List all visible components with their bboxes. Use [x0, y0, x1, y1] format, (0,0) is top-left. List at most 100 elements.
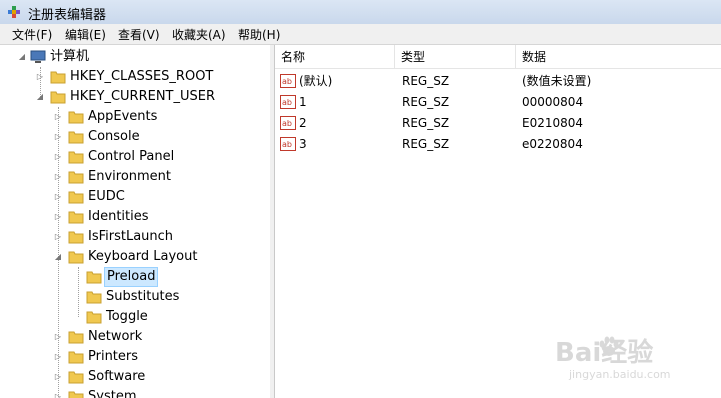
expand-arrow-icon[interactable]: ▷ — [54, 193, 62, 201]
value-row[interactable]: ab 3 REG_SZ e0220804 — [275, 134, 721, 154]
tree-node-printers[interactable]: ▷ Printers — [0, 347, 270, 367]
value-type: REG_SZ — [402, 74, 450, 88]
folder-icon — [68, 331, 84, 344]
menu-edit[interactable]: 编辑(E) — [65, 26, 106, 43]
tree-label: Substitutes — [106, 289, 180, 304]
collapse-arrow-icon[interactable]: ◢ — [36, 93, 44, 101]
tree-label: HKEY_CLASSES_ROOT — [70, 69, 214, 84]
computer-icon — [30, 50, 46, 63]
value-name: 2 — [299, 116, 307, 130]
value-data: e0220804 — [522, 137, 583, 151]
expand-arrow-icon[interactable]: ▷ — [54, 113, 62, 121]
value-type: REG_SZ — [402, 116, 450, 130]
tree-node-environment[interactable]: ▷ Environment — [0, 167, 270, 187]
tree-node-identities[interactable]: ▷ Identities — [0, 207, 270, 227]
baidu-watermark: Bai经验 jingyan.baidu.com — [555, 330, 715, 390]
string-value-icon: ab — [280, 95, 296, 109]
value-data: E0210804 — [522, 116, 584, 130]
tree-node-isfirstlaunch[interactable]: ▷ IsFirstLaunch — [0, 227, 270, 247]
value-row[interactable]: ab 2 REG_SZ E0210804 — [275, 113, 721, 133]
folder-icon — [86, 291, 102, 304]
string-value-icon: ab — [280, 74, 296, 88]
folder-icon — [68, 191, 84, 204]
folder-icon — [68, 151, 84, 164]
column-header-data[interactable]: 数据 — [516, 45, 721, 69]
expand-arrow-icon[interactable]: ▷ — [54, 373, 62, 381]
tree-node-console[interactable]: ▷ Console — [0, 127, 270, 147]
string-value-icon: ab — [280, 137, 296, 151]
tree-node-control-panel[interactable]: ▷ Control Panel — [0, 147, 270, 167]
folder-icon — [86, 311, 102, 324]
tree-label: IsFirstLaunch — [88, 229, 174, 244]
tree-label: System — [88, 389, 137, 398]
watermark-url: jingyan.baidu.com — [569, 368, 671, 381]
folder-open-icon — [68, 251, 84, 264]
menu-file[interactable]: 文件(F) — [12, 26, 52, 43]
tree-label: Software — [88, 369, 146, 384]
svg-text:ab: ab — [282, 98, 292, 107]
column-header-name[interactable]: 名称 — [275, 45, 395, 69]
tree-label: Preload — [104, 267, 159, 287]
svg-text:ab: ab — [282, 77, 292, 86]
tree-label: Control Panel — [88, 149, 175, 164]
folder-icon — [68, 371, 84, 384]
tree-label: EUDC — [88, 189, 125, 204]
folder-open-icon — [50, 91, 66, 104]
expand-arrow-icon[interactable]: ▷ — [36, 73, 44, 81]
value-name: 3 — [299, 137, 307, 151]
expand-arrow-icon[interactable]: ▷ — [54, 233, 62, 241]
value-row[interactable]: ab 1 REG_SZ 00000804 — [275, 92, 721, 112]
folder-icon — [68, 111, 84, 124]
expand-arrow-icon[interactable]: ▷ — [54, 353, 62, 361]
collapse-arrow-icon[interactable]: ◢ — [18, 53, 26, 61]
tree-label: Network — [88, 329, 143, 344]
folder-icon — [68, 351, 84, 364]
tree-label: Identities — [88, 209, 149, 224]
tree-node-software[interactable]: ▷ Software — [0, 367, 270, 387]
value-data: 00000804 — [522, 95, 584, 109]
menu-favorites[interactable]: 收藏夹(A) — [172, 26, 226, 43]
tree-label: Printers — [88, 349, 139, 364]
folder-icon — [68, 131, 84, 144]
expand-arrow-icon[interactable]: ▷ — [54, 153, 62, 161]
collapse-arrow-icon[interactable]: ◢ — [54, 253, 62, 261]
string-value-icon: ab — [280, 116, 296, 130]
window-title: 注册表编辑器 — [28, 8, 107, 23]
tree-node-toggle[interactable]: Toggle — [0, 307, 270, 327]
folder-icon — [68, 231, 84, 244]
svg-text:ab: ab — [282, 119, 292, 128]
expand-arrow-icon[interactable]: ▷ — [54, 173, 62, 181]
svg-text:ab: ab — [282, 140, 292, 149]
tree-node-network[interactable]: ▷ Network — [0, 327, 270, 347]
tree-node-hkey-current-user[interactable]: ◢ HKEY_CURRENT_USER — [0, 87, 270, 107]
tree-label: 计算机 — [50, 49, 90, 64]
folder-icon — [50, 71, 66, 84]
tree-node-keyboard-layout[interactable]: ◢ Keyboard Layout — [0, 247, 270, 267]
folder-icon — [68, 211, 84, 224]
tree-node-preload[interactable]: Preload — [0, 267, 270, 287]
tree-label: AppEvents — [88, 109, 158, 124]
tree-node-appevents[interactable]: ▷ AppEvents — [0, 107, 270, 127]
value-row[interactable]: ab (默认) REG_SZ (数值未设置) — [275, 71, 721, 91]
tree-node-eudc[interactable]: ▷ EUDC — [0, 187, 270, 207]
registry-tree[interactable]: ◢ 计算机 ▷ HKEY_CLASSES_ROOT ◢ HKEY_CURRENT… — [0, 45, 271, 398]
tree-node-hkey-classes-root[interactable]: ▷ HKEY_CLASSES_ROOT — [0, 67, 270, 87]
tree-node-system[interactable]: ▷ System — [0, 387, 270, 398]
value-data: (数值未设置) — [522, 74, 592, 88]
value-type: REG_SZ — [402, 137, 450, 151]
title-bar: 注册表编辑器 — [0, 0, 721, 24]
folder-icon — [68, 391, 84, 398]
folder-open-icon — [86, 271, 102, 284]
menu-help[interactable]: 帮助(H) — [238, 26, 280, 43]
column-header-type[interactable]: 类型 — [395, 45, 516, 69]
tree-node-substitutes[interactable]: Substitutes — [0, 287, 270, 307]
expand-arrow-icon[interactable]: ▷ — [54, 393, 62, 398]
expand-arrow-icon[interactable]: ▷ — [54, 213, 62, 221]
watermark-brand: Bai经验 — [555, 338, 654, 368]
expand-arrow-icon[interactable]: ▷ — [54, 333, 62, 341]
menu-view[interactable]: 查看(V) — [118, 26, 160, 43]
tree-node-computer[interactable]: ◢ 计算机 — [0, 47, 270, 67]
tree-label: Console — [88, 129, 140, 144]
expand-arrow-icon[interactable]: ▷ — [54, 133, 62, 141]
regedit-icon — [8, 6, 20, 18]
